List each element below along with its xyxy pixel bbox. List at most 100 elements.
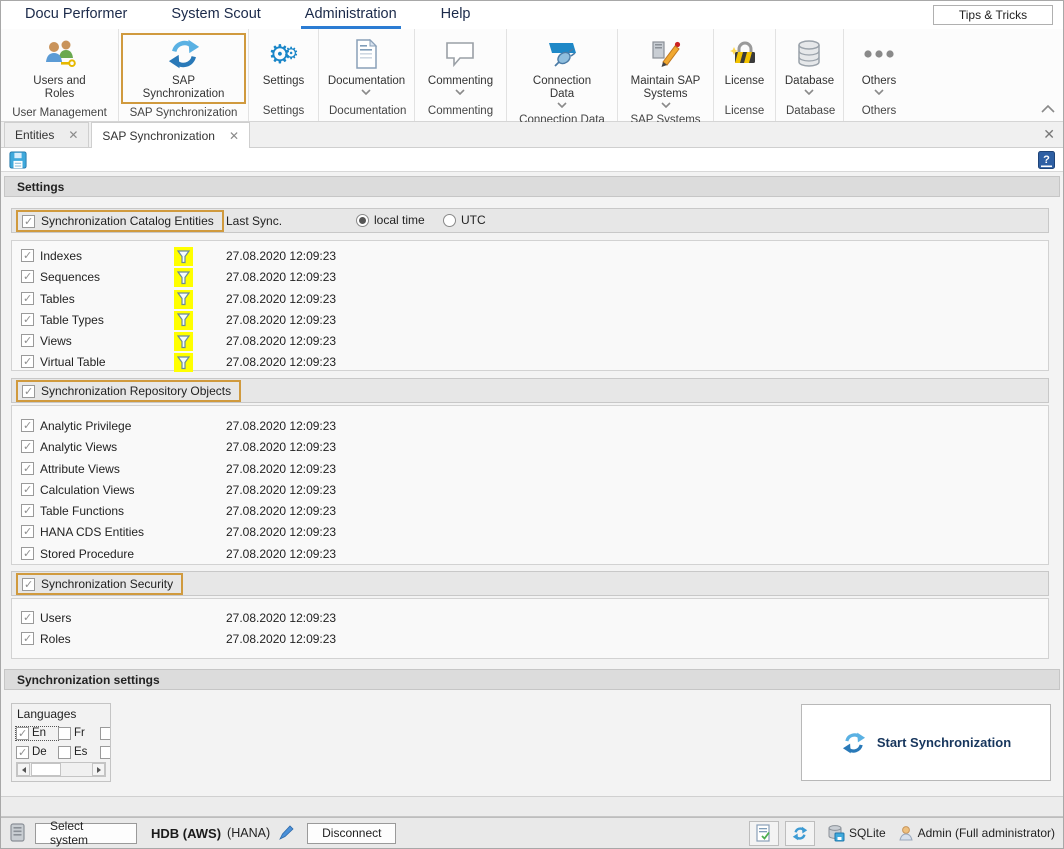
language-option-de[interactable]: De [16, 746, 58, 759]
documentation-button[interactable]: Documentation [322, 33, 411, 98]
item-label: Analytic Privilege [40, 419, 131, 433]
filter-button[interactable] [174, 268, 193, 287]
security-checkbox-group[interactable]: Synchronization Security [16, 573, 183, 595]
radio-utc[interactable]: UTC [443, 213, 486, 227]
list-item: Sequences 27.08.2020 12:09:23 [12, 267, 1048, 288]
tab-sap-synchronization[interactable]: SAP Synchronization ✕ [91, 122, 250, 148]
start-synchronization-button[interactable]: Start Synchronization [801, 704, 1051, 781]
item-checkbox[interactable] [21, 292, 34, 305]
language-es-checkbox[interactable] [58, 746, 71, 759]
users-and-roles-button[interactable]: Users and Roles [19, 33, 101, 104]
language-partial-checkbox[interactable] [100, 746, 111, 759]
item-checkbox[interactable] [21, 355, 34, 368]
list-item: Roles 27.08.2020 12:09:23 [12, 629, 1048, 650]
tab-entities-label: Entities [15, 128, 54, 142]
main-panel: Settings Synchronization Catalog Entitie… [1, 172, 1063, 796]
filter-button[interactable] [174, 290, 193, 309]
commenting-button[interactable]: Commenting [422, 33, 499, 98]
language-option-partial[interactable] [100, 746, 111, 759]
language-option-en[interactable]: En [16, 727, 58, 740]
filter-button[interactable] [174, 353, 193, 372]
others-button[interactable]: Others [856, 33, 903, 98]
item-checkbox[interactable] [21, 440, 34, 453]
scroll-right-arrow[interactable] [92, 763, 105, 776]
item-checkbox[interactable] [21, 462, 34, 475]
item-checkbox[interactable] [21, 611, 34, 624]
close-icon[interactable]: ✕ [229, 130, 239, 142]
item-label: Indexes [40, 249, 82, 263]
refresh-button[interactable] [785, 821, 815, 846]
last-sync-timestamp: 27.08.2020 12:09:23 [226, 547, 336, 561]
ribbon-group-label-user-management: User Management [3, 104, 116, 123]
help-icon[interactable]: ? [1038, 151, 1055, 169]
item-label: Calculation Views [40, 483, 135, 497]
radio-local-time-control[interactable] [356, 214, 369, 227]
tips-and-tricks-button[interactable]: Tips & Tricks [933, 5, 1053, 25]
ribbon-collapse-icon[interactable] [1041, 105, 1055, 113]
security-checkbox[interactable] [22, 578, 35, 591]
radio-utc-control[interactable] [443, 214, 456, 227]
item-checkbox[interactable] [21, 504, 34, 517]
language-option-partial[interactable] [100, 727, 111, 740]
svg-text:?: ? [1043, 154, 1050, 166]
license-button[interactable]: License [719, 33, 771, 91]
save-icon[interactable] [9, 151, 27, 169]
filter-button[interactable] [174, 332, 193, 351]
menu-item-docu-performer[interactable]: Docu Performer [21, 1, 131, 29]
database-button[interactable]: Database [779, 33, 840, 98]
select-system-button[interactable]: Select system [35, 823, 137, 844]
system-type: (HANA) [227, 826, 270, 840]
last-sync-timestamp: 27.08.2020 12:09:23 [226, 483, 336, 497]
list-item: Users 27.08.2020 12:09:23 [12, 608, 1048, 629]
radio-utc-label: UTC [461, 213, 486, 227]
repository-objects-checkbox[interactable] [22, 385, 35, 398]
item-label: Sequences [40, 270, 100, 284]
language-option-fr[interactable]: Fr [58, 727, 100, 740]
menu-item-administration[interactable]: Administration [301, 1, 401, 29]
language-option-es[interactable]: Es [58, 746, 100, 759]
item-checkbox[interactable] [21, 525, 34, 538]
close-icon[interactable]: ✕ [1043, 127, 1055, 141]
item-checkbox[interactable] [21, 632, 34, 645]
item-checkbox[interactable] [21, 313, 34, 326]
languages-scrollbar[interactable] [16, 762, 106, 777]
item-checkbox[interactable] [21, 419, 34, 432]
filter-button[interactable] [174, 311, 193, 330]
item-checkbox[interactable] [21, 249, 34, 262]
menu-item-system-scout[interactable]: System Scout [167, 1, 264, 29]
radio-local-time[interactable]: local time [356, 213, 425, 227]
sap-synchronization-button[interactable]: SAP Synchronization [121, 33, 246, 104]
menu-item-help[interactable]: Help [437, 1, 475, 29]
item-checkbox[interactable] [21, 334, 34, 347]
scroll-left-arrow[interactable] [17, 763, 30, 776]
chevron-down-icon [874, 89, 884, 95]
item-checkbox[interactable] [21, 483, 34, 496]
language-en-checkbox[interactable] [16, 727, 29, 740]
database-label: Database [785, 75, 834, 88]
filter-button[interactable] [174, 247, 193, 266]
close-icon[interactable]: ✕ [68, 129, 78, 141]
tab-entities[interactable]: Entities ✕ [4, 122, 89, 147]
ribbon-group-label-sap-synchronization: SAP Synchronization [121, 104, 246, 123]
disconnect-button[interactable]: Disconnect [307, 823, 396, 844]
ribbon-group-label-settings: Settings [251, 102, 316, 121]
language-fr-label: Fr [74, 727, 85, 739]
catalog-entities-checkbox[interactable] [22, 215, 35, 228]
item-checkbox[interactable] [21, 547, 34, 560]
report-button[interactable] [749, 821, 779, 846]
system-icon[interactable] [9, 823, 27, 843]
language-partial-checkbox[interactable] [100, 727, 111, 740]
start-synchronization-label: Start Synchronization [877, 735, 1011, 750]
repository-objects-checkbox-group[interactable]: Synchronization Repository Objects [16, 380, 241, 402]
item-checkbox[interactable] [21, 270, 34, 283]
language-fr-checkbox[interactable] [58, 727, 71, 740]
edit-pen-icon[interactable] [278, 825, 295, 841]
sync-settings-header-label: Synchronization settings [17, 673, 160, 687]
maintain-sap-systems-button[interactable]: Maintain SAP Systems [621, 33, 711, 111]
connection-data-button[interactable]: Connection Data [516, 33, 608, 111]
language-de-checkbox[interactable] [16, 746, 29, 759]
languages-title: Languages [17, 707, 76, 721]
scrollbar-thumb[interactable] [31, 763, 61, 776]
catalog-entities-checkbox-group[interactable]: Synchronization Catalog Entities [16, 210, 224, 232]
settings-button[interactable]: ⚙⚙ Settings [257, 33, 311, 91]
